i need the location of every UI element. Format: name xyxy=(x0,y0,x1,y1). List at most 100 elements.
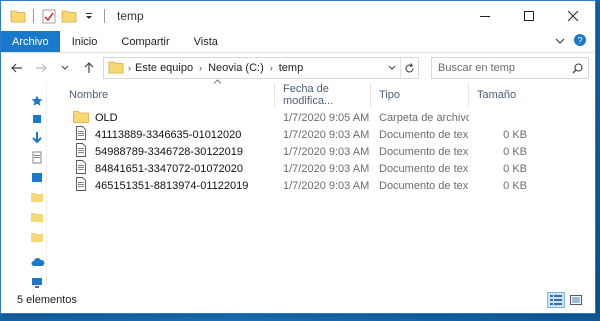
column-header-name[interactable]: Nombre xyxy=(61,83,275,107)
document-icon xyxy=(73,160,89,177)
file-name-cell: 41113889-3346635-01012020 xyxy=(61,126,275,143)
breadcrumb-item-este-equipo[interactable]: Este equipo xyxy=(135,62,193,74)
properties-check-icon[interactable] xyxy=(40,7,58,25)
quick-access-star-icon[interactable] xyxy=(31,95,43,109)
main-area: Nombre Fecha de modifica... Tipo Tamaño … xyxy=(1,79,595,288)
file-size: 0 KB xyxy=(503,128,527,141)
toolbar-divider xyxy=(33,9,34,23)
window-title: temp xyxy=(117,9,144,23)
tab-archivo[interactable]: Archivo xyxy=(1,31,60,52)
search-input[interactable]: Buscar en temp xyxy=(431,57,589,79)
svg-text:?: ? xyxy=(577,36,582,46)
file-type: Documento de tex... xyxy=(379,145,469,158)
new-folder-icon[interactable] xyxy=(60,7,78,25)
customize-toolbar-chevron-icon[interactable] xyxy=(80,7,98,25)
folder-icon[interactable] xyxy=(31,191,43,205)
file-date: 1/7/2020 9:05 AM xyxy=(283,111,370,124)
navigation-bar: › Este equipo › Neovia (C:) › temp Busca… xyxy=(1,53,595,83)
file-name-cell: 54988789-3346728-30122019 xyxy=(61,143,275,160)
file-list: OLD 1/7/2020 9:05 AM Carpeta de archivos… xyxy=(61,109,595,194)
file-name-cell: OLD xyxy=(61,110,275,126)
quick-access-toolbar: temp xyxy=(1,1,144,31)
file-type: Documento de tex... xyxy=(379,162,469,175)
file-name: 54988789-3346728-30122019 xyxy=(95,145,244,158)
address-bar-controls xyxy=(382,58,418,78)
tab-inicio[interactable]: Inicio xyxy=(60,31,110,52)
toolbar-divider xyxy=(104,9,105,23)
search-icon[interactable] xyxy=(566,62,588,74)
file-type: Carpeta de archivos xyxy=(379,111,469,124)
file-row[interactable]: 465151351-8813974-01122019 1/7/2020 9:03… xyxy=(61,177,595,194)
breadcrumb-separator-icon[interactable]: › xyxy=(270,63,273,73)
file-list-pane: Nombre Fecha de modifica... Tipo Tamaño … xyxy=(47,79,595,287)
address-bar[interactable]: › Este equipo › Neovia (C:) › temp xyxy=(103,57,419,79)
folder-icon xyxy=(9,7,27,25)
breadcrumb: Este equipo › Neovia (C:) › temp xyxy=(135,62,303,74)
file-row[interactable]: 54988789-3346728-30122019 1/7/2020 9:03 … xyxy=(61,143,595,160)
file-row[interactable]: 84841651-3347072-01072020 1/7/2020 9:03 … xyxy=(61,160,595,177)
folder-icon xyxy=(108,60,124,77)
column-header-size[interactable]: Tamaño xyxy=(469,83,529,107)
forward-arrow-icon[interactable] xyxy=(31,57,51,79)
help-icon[interactable]: ? xyxy=(573,33,587,50)
breadcrumb-separator-icon[interactable]: › xyxy=(128,63,131,73)
column-header-type[interactable]: Tipo xyxy=(371,83,469,107)
file-type: Documento de tex... xyxy=(379,128,469,141)
minimize-icon[interactable] xyxy=(463,1,507,31)
address-history-chevron-icon[interactable] xyxy=(382,58,400,78)
back-arrow-icon[interactable] xyxy=(7,57,27,79)
file-type: Documento de tex... xyxy=(379,179,469,192)
view-switcher xyxy=(547,292,595,308)
details-view-icon[interactable] xyxy=(547,292,565,308)
file-row-old[interactable]: OLD 1/7/2020 9:05 AM Carpeta de archivos xyxy=(61,109,595,126)
search-placeholder: Buscar en temp xyxy=(438,62,516,74)
documents-icon[interactable] xyxy=(31,151,43,165)
pinned-desktop-icon[interactable] xyxy=(31,113,43,127)
file-size: 0 KB xyxy=(503,179,527,192)
file-date: 1/7/2020 9:03 AM xyxy=(283,162,370,175)
pictures-icon[interactable] xyxy=(31,171,43,185)
tab-compartir[interactable]: Compartir xyxy=(109,31,181,52)
file-explorer-window: temp Archivo Inicio Compartir Vista ? › … xyxy=(0,0,596,314)
refresh-icon[interactable] xyxy=(400,58,418,78)
document-icon xyxy=(73,143,89,160)
file-date: 1/7/2020 9:03 AM xyxy=(283,179,370,192)
ribbon-right-controls: ? xyxy=(555,31,595,52)
file-name: 84841651-3347072-01072020 xyxy=(95,162,244,175)
file-name-cell: 465151351-8813974-01122019 xyxy=(61,177,275,194)
file-size: 0 KB xyxy=(503,145,527,158)
breadcrumb-separator-icon[interactable]: › xyxy=(199,63,202,73)
file-size: 0 KB xyxy=(503,162,527,175)
file-date: 1/7/2020 9:03 AM xyxy=(283,128,370,141)
file-row[interactable]: 41113889-3346635-01012020 1/7/2020 9:03 … xyxy=(61,126,595,143)
ribbon-tab-bar: Archivo Inicio Compartir Vista ? xyxy=(1,31,595,53)
tab-vista[interactable]: Vista xyxy=(182,31,230,52)
expand-ribbon-icon[interactable] xyxy=(555,36,565,48)
file-name-cell: 84841651-3347072-01072020 xyxy=(61,160,275,177)
folder-icon[interactable] xyxy=(31,211,43,225)
file-name: 465151351-8813974-01122019 xyxy=(95,179,249,192)
large-icons-view-icon[interactable] xyxy=(567,292,585,308)
recent-locations-chevron-icon[interactable] xyxy=(55,57,75,79)
column-header-date[interactable]: Fecha de modifica... xyxy=(275,83,371,107)
window-controls xyxy=(463,1,595,31)
downloads-arrow-icon[interactable] xyxy=(31,131,43,145)
folder-icon xyxy=(73,110,89,126)
column-headers: Nombre Fecha de modifica... Tipo Tamaño xyxy=(61,83,595,107)
file-name: OLD xyxy=(95,111,118,124)
onedrive-cloud-icon[interactable] xyxy=(31,257,45,271)
up-arrow-icon[interactable] xyxy=(79,57,99,79)
breadcrumb-item-neovia[interactable]: Neovia (C:) xyxy=(208,62,264,74)
close-icon[interactable] xyxy=(551,1,595,31)
maximize-icon[interactable] xyxy=(507,1,551,31)
document-icon xyxy=(73,177,89,194)
document-icon xyxy=(73,126,89,143)
folder-icon[interactable] xyxy=(31,231,43,245)
status-bar: 5 elementos xyxy=(1,287,595,313)
breadcrumb-item-temp[interactable]: temp xyxy=(279,62,303,74)
item-count: 5 elementos xyxy=(17,294,77,306)
file-name: 41113889-3346635-01012020 xyxy=(95,128,242,141)
sort-ascending-caret-icon xyxy=(213,77,222,86)
navigation-pane[interactable] xyxy=(1,83,47,288)
file-date: 1/7/2020 9:03 AM xyxy=(283,145,370,158)
